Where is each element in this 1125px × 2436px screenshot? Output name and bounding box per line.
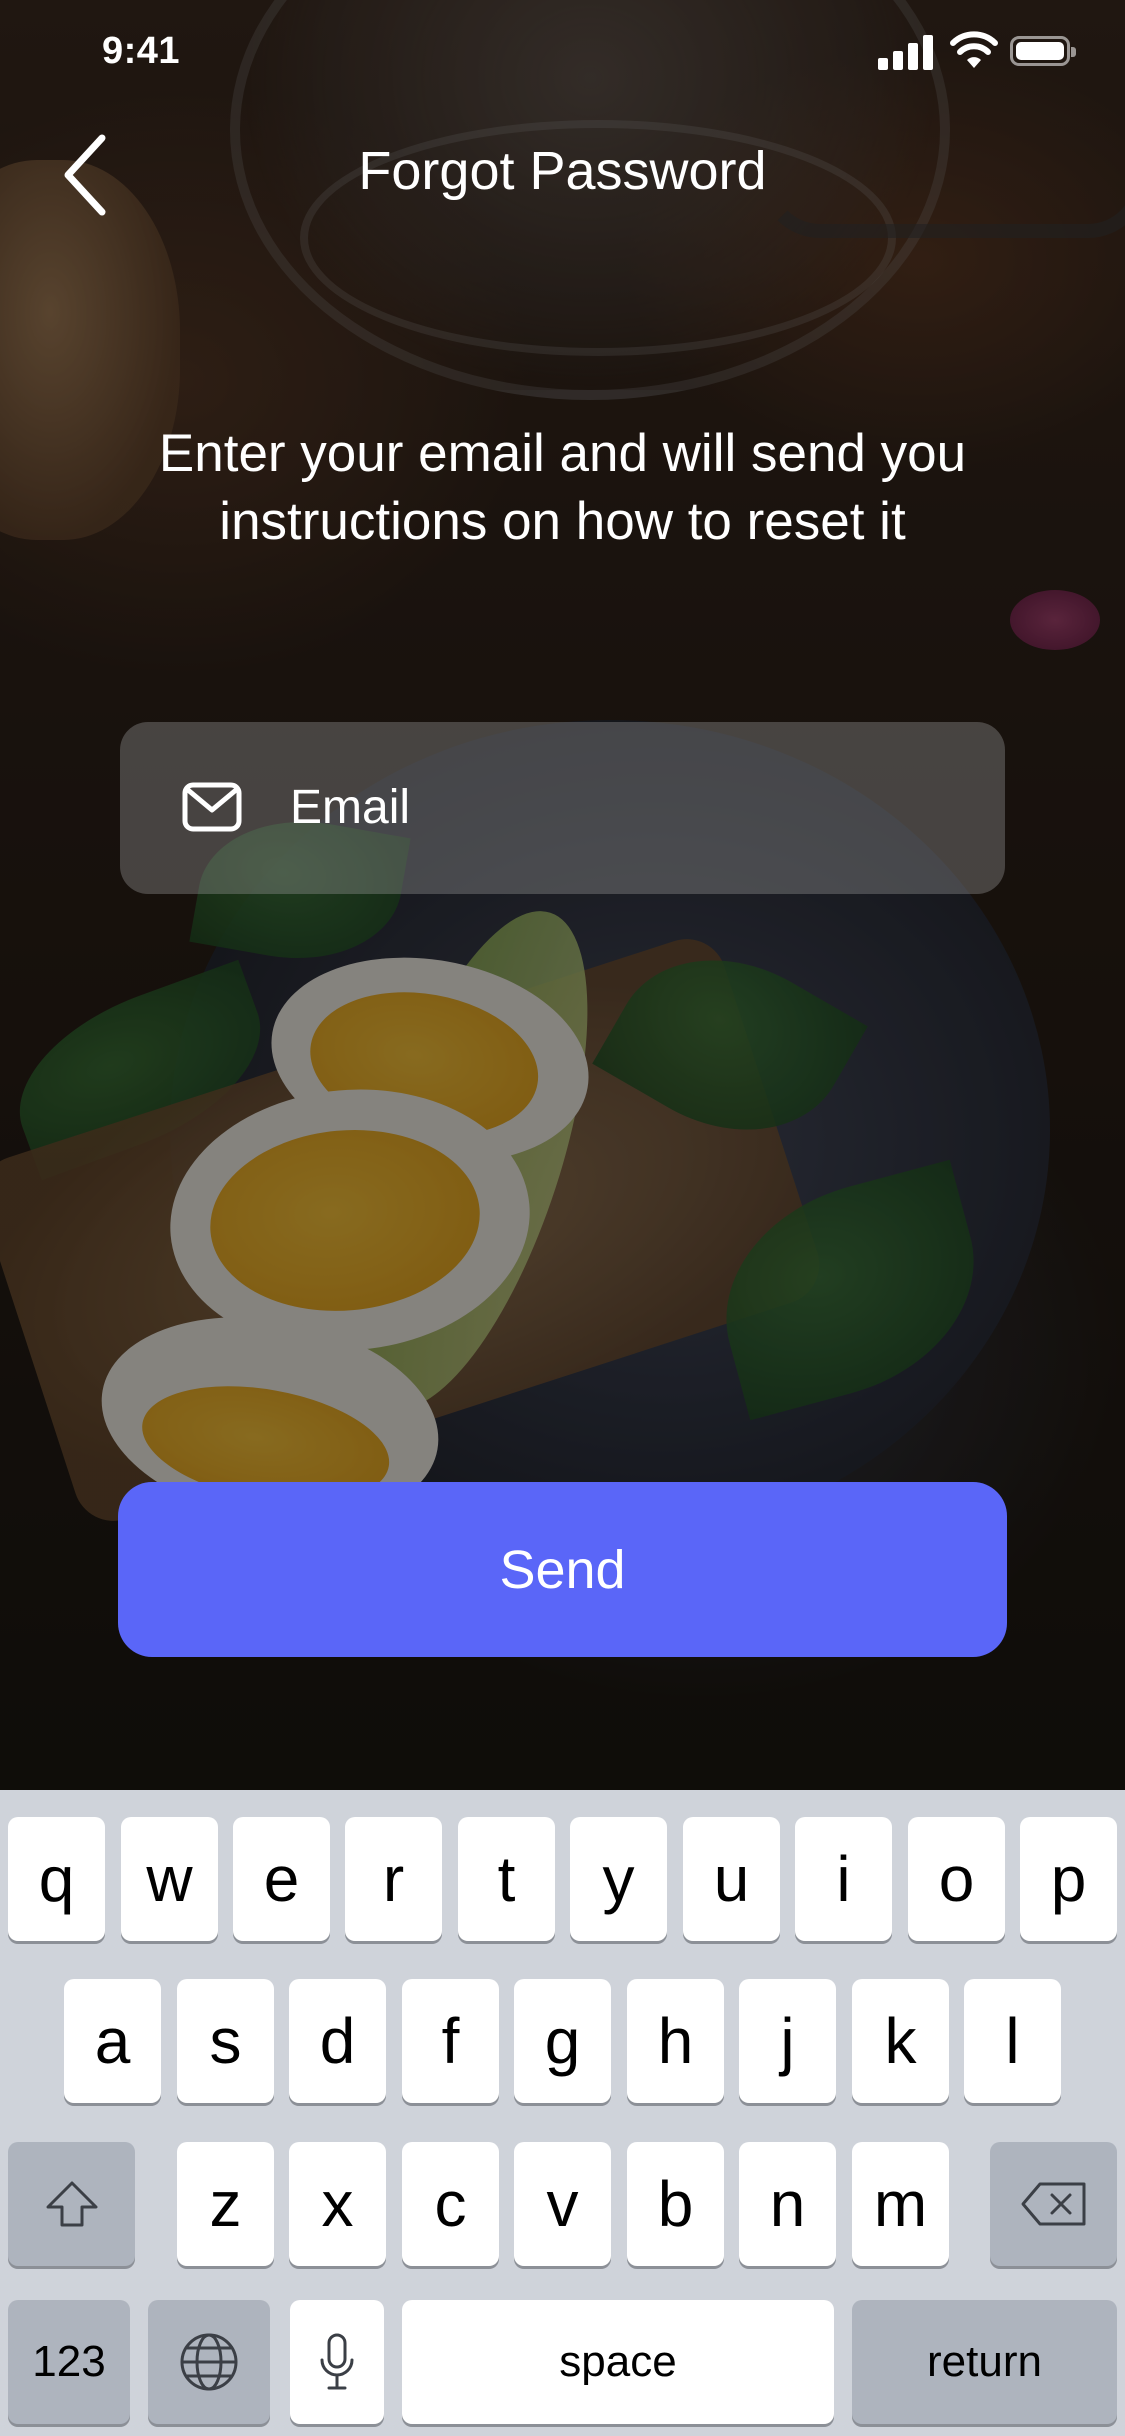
shift-key[interactable] <box>8 2142 135 2266</box>
key-c[interactable]: c <box>402 2142 499 2266</box>
key-y[interactable]: y <box>570 1817 667 1941</box>
wifi-icon <box>950 31 998 68</box>
key-o[interactable]: o <box>908 1817 1005 1941</box>
backspace-icon <box>1021 2182 1085 2226</box>
numbers-key[interactable]: 123 <box>8 2300 130 2424</box>
email-field[interactable]: Email <box>120 722 1005 894</box>
key-z[interactable]: z <box>177 2142 274 2266</box>
key-q[interactable]: q <box>8 1817 105 1941</box>
delete-key[interactable] <box>990 2142 1117 2266</box>
key-h[interactable]: h <box>627 1979 724 2103</box>
status-bar: 9:41 <box>0 0 1125 100</box>
cellular-signal-icon <box>878 34 934 70</box>
return-key[interactable]: return <box>852 2300 1117 2424</box>
dictation-key[interactable] <box>290 2300 384 2424</box>
key-p[interactable]: p <box>1020 1817 1117 1941</box>
instructions-text: Enter your email and will send you instr… <box>158 424 967 551</box>
key-t[interactable]: t <box>458 1817 555 1941</box>
space-key[interactable]: space <box>402 2300 834 2424</box>
key-s[interactable]: s <box>177 1979 274 2103</box>
key-m[interactable]: m <box>852 2142 949 2266</box>
envelope-icon <box>182 782 242 832</box>
key-k[interactable]: k <box>852 1979 949 2103</box>
key-w[interactable]: w <box>121 1817 218 1941</box>
email-placeholder: Email <box>290 781 411 834</box>
key-u[interactable]: u <box>683 1817 780 1941</box>
send-button[interactable]: Send <box>118 1482 1007 1657</box>
globe-icon <box>180 2333 238 2391</box>
globe-key[interactable] <box>148 2300 270 2424</box>
send-button-label: Send <box>499 1539 626 1600</box>
key-n[interactable]: n <box>739 2142 836 2266</box>
key-l[interactable]: l <box>964 1979 1061 2103</box>
status-time: 9:41 <box>102 30 181 72</box>
forgot-password-screen: 9:41 Forgot Password Enter your email an… <box>0 0 1125 2436</box>
on-screen-keyboard: q w e r t y u i o p a s d f g h j k l z … <box>0 1790 1125 2436</box>
microphone-icon <box>320 2333 354 2390</box>
shift-arrow-icon <box>46 2181 97 2227</box>
key-b[interactable]: b <box>627 2142 724 2266</box>
key-f[interactable]: f <box>402 1979 499 2103</box>
page-title: Forgot Password <box>358 141 767 201</box>
key-g[interactable]: g <box>514 1979 611 2103</box>
key-j[interactable]: j <box>739 1979 836 2103</box>
key-e[interactable]: e <box>233 1817 330 1941</box>
key-r[interactable]: r <box>345 1817 442 1941</box>
battery-icon <box>1010 36 1076 66</box>
key-x[interactable]: x <box>289 2142 386 2266</box>
key-d[interactable]: d <box>289 1979 386 2103</box>
key-v[interactable]: v <box>514 2142 611 2266</box>
key-i[interactable]: i <box>795 1817 892 1941</box>
key-a[interactable]: a <box>64 1979 161 2103</box>
